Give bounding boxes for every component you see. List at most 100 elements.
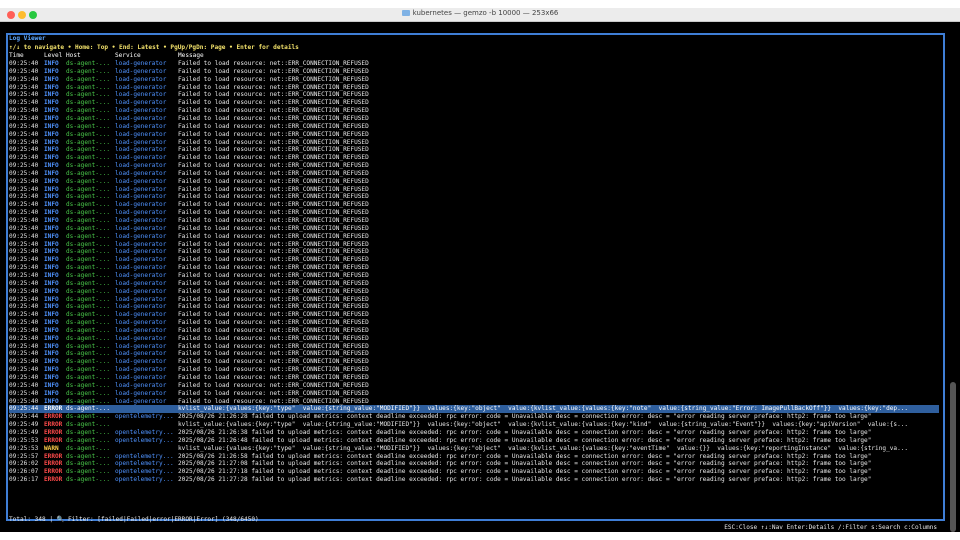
log-time: 09:25:40 <box>9 122 39 130</box>
log-row[interactable]: 09:25:40 INFO ds-agent-... load-generator Fa… <box>9 91 939 99</box>
log-row[interactable]: 09:26:07 ERROR ds-agent-... opentelemetry..… <box>9 468 939 476</box>
log-row[interactable]: 09:25:44 ERROR ds-agent-... kvlist_value:{v… <box>9 405 939 414</box>
log-row[interactable]: 09:25:40 INFO ds-agent-... load-generator Fa… <box>9 358 939 366</box>
log-row[interactable]: 09:25:40 INFO ds-agent-... load-generator Fa… <box>9 225 939 233</box>
log-message: kvlist_value:{values:{key:"type" value:{… <box>178 405 909 413</box>
column-header-time[interactable]: Time <box>9 52 43 60</box>
log-row[interactable]: 09:25:40 INFO ds-agent-... load-generator Fa… <box>9 264 939 272</box>
log-message: 2025/08/26 21:26:48 failed to upload met… <box>178 436 872 444</box>
log-message: Failed to load resource: net::ERR_CONNEC… <box>178 295 369 303</box>
log-row[interactable]: 09:25:40 INFO ds-agent-... load-generator Fa… <box>9 68 939 76</box>
log-row[interactable]: 09:25:40 INFO ds-agent-... load-generator Fa… <box>9 327 939 335</box>
log-row[interactable]: 09:25:40 INFO ds-agent-... load-generator Fa… <box>9 272 939 280</box>
log-level: INFO <box>44 114 59 122</box>
log-message: Failed to load resource: net::ERR_CONNEC… <box>178 279 369 287</box>
log-host: ds-agent-... <box>66 107 111 115</box>
log-row[interactable]: 09:25:40 INFO ds-agent-... load-generator Fa… <box>9 139 939 147</box>
log-time: 09:25:40 <box>9 366 39 374</box>
log-row[interactable]: 09:25:40 INFO ds-agent-... load-generator Fa… <box>9 343 939 351</box>
log-row[interactable]: 09:25:40 INFO ds-agent-... load-generator Fa… <box>9 319 939 327</box>
log-row[interactable]: 09:25:40 INFO ds-agent-... load-generator Fa… <box>9 209 939 217</box>
log-service: load-generator <box>115 366 167 374</box>
log-host: ds-agent-... <box>66 224 111 232</box>
log-time: 09:25:40 <box>9 67 39 75</box>
log-row[interactable]: 09:25:40 INFO ds-agent-... load-generator Fa… <box>9 170 939 178</box>
log-row[interactable]: 09:25:40 INFO ds-agent-... load-generator Fa… <box>9 131 939 139</box>
log-row[interactable]: 09:25:40 INFO ds-agent-... load-generator Fa… <box>9 217 939 225</box>
log-service: load-generator <box>115 342 167 350</box>
log-time: 09:25:40 <box>9 374 39 381</box>
log-row[interactable]: 09:25:40 INFO ds-agent-... load-generator Fa… <box>9 76 939 84</box>
log-row[interactable]: 09:25:49 ERROR ds-agent-... kvlist_value:{v… <box>9 421 939 429</box>
log-level: ERROR <box>44 413 63 421</box>
log-row[interactable]: 09:25:40 INFO ds-agent-... load-generator Fa… <box>9 382 939 390</box>
log-row[interactable]: 09:25:40 INFO ds-agent-... load-generator Fa… <box>9 162 939 170</box>
terminal[interactable]: Log Viewer ↑/↓ to navigate • Home: Top •… <box>0 22 960 532</box>
log-row[interactable]: 09:25:40 INFO ds-agent-... load-generator Fa… <box>9 366 939 374</box>
log-row[interactable]: 09:25:40 INFO ds-agent-... load-generator Fa… <box>9 303 939 311</box>
log-row[interactable]: 09:25:40 INFO ds-agent-... load-generator Fa… <box>9 178 939 186</box>
log-time: 09:26:17 <box>9 476 39 483</box>
log-row[interactable]: 09:25:40 INFO ds-agent-... load-generator Fa… <box>9 186 939 194</box>
log-host: ds-agent-... <box>66 452 111 460</box>
log-row[interactable]: 09:25:40 INFO ds-agent-... load-generator Fa… <box>9 99 939 107</box>
log-row[interactable]: 09:25:40 INFO ds-agent-... load-generator Fa… <box>9 248 939 256</box>
log-level: INFO <box>44 169 59 177</box>
log-row[interactable]: 09:25:53 WARN ds-agent-... kvlist_value:{va… <box>9 445 939 453</box>
log-row[interactable]: 09:25:40 INFO ds-agent-... load-generator Fa… <box>9 390 939 398</box>
log-host: ds-agent-... <box>66 303 111 311</box>
log-row[interactable]: 09:25:40 INFO ds-agent-... load-generator Fa… <box>9 193 939 201</box>
log-row[interactable]: 09:26:17 ERROR ds-agent-... opentelemetry..… <box>9 476 939 484</box>
log-row[interactable]: 09:25:40 INFO ds-agent-... load-generator Fa… <box>9 296 939 304</box>
column-header-service[interactable]: Service <box>115 52 178 60</box>
log-time: 09:25:40 <box>9 193 39 201</box>
log-row[interactable]: 09:25:53 ERROR ds-agent-... opentelemetry..… <box>9 437 939 445</box>
column-header-message[interactable]: Message <box>178 52 938 60</box>
log-message: Failed to load resource: net::ERR_CONNEC… <box>178 319 369 327</box>
log-host: ds-agent-... <box>66 358 111 366</box>
log-row[interactable]: 09:25:40 INFO ds-agent-... load-generator Fa… <box>9 146 939 154</box>
log-row[interactable]: 09:25:40 INFO ds-agent-... load-generator Fa… <box>9 311 939 319</box>
log-service: load-generator <box>115 256 167 264</box>
log-row[interactable]: 09:25:40 INFO ds-agent-... load-generator Fa… <box>9 84 939 92</box>
log-level: INFO <box>44 107 59 115</box>
log-row[interactable]: 09:25:40 INFO ds-agent-... load-generator Fa… <box>9 350 939 358</box>
scrollbar-thumb[interactable] <box>950 382 956 532</box>
log-row[interactable]: 09:26:02 ERROR ds-agent-... opentelemetry..… <box>9 460 939 468</box>
column-header-host[interactable]: Host <box>66 52 115 60</box>
log-time: 09:25:40 <box>9 209 39 217</box>
log-row[interactable]: 09:25:40 INFO ds-agent-... load-generator Fa… <box>9 335 939 343</box>
log-message: Failed to load resource: net::ERR_CONNEC… <box>178 271 369 279</box>
log-row[interactable]: 09:25:40 INFO ds-agent-... load-generator Fa… <box>9 123 939 131</box>
log-row[interactable]: 09:25:57 ERROR ds-agent-... opentelemetry..… <box>9 453 939 461</box>
log-level: INFO <box>44 326 59 334</box>
column-header-level[interactable]: Level <box>44 52 66 60</box>
log-level: INFO <box>44 279 59 287</box>
log-level: ERROR <box>44 405 63 413</box>
log-service: load-generator <box>115 334 167 342</box>
log-row[interactable]: 09:25:40 INFO ds-agent-... load-generator Fa… <box>9 398 939 406</box>
log-row[interactable]: 09:25:40 INFO ds-agent-... load-generator Fa… <box>9 201 939 209</box>
log-time: 09:25:53 <box>9 436 39 444</box>
log-level: INFO <box>44 311 59 319</box>
log-service: load-generator <box>115 287 167 295</box>
log-row[interactable]: 09:25:40 INFO ds-agent-... load-generator Fa… <box>9 374 939 382</box>
log-level: INFO <box>44 193 59 201</box>
log-row[interactable]: 09:25:40 INFO ds-agent-... load-generator Fa… <box>9 280 939 288</box>
log-row[interactable]: 09:25:40 INFO ds-agent-... load-generator Fa… <box>9 107 939 115</box>
log-row[interactable]: 09:25:40 INFO ds-agent-... load-generator Fa… <box>9 256 939 264</box>
log-row[interactable]: 09:25:40 INFO ds-agent-... load-generator Fa… <box>9 60 939 68</box>
log-row[interactable]: 09:25:40 INFO ds-agent-... load-generator Fa… <box>9 233 939 241</box>
log-row[interactable]: 09:25:40 INFO ds-agent-... load-generator Fa… <box>9 115 939 123</box>
log-row[interactable]: 09:25:44 ERROR ds-agent-... opentelemetry..… <box>9 413 939 421</box>
log-host: ds-agent-... <box>66 201 111 209</box>
log-row[interactable]: 09:25:40 INFO ds-agent-... load-generator Fa… <box>9 288 939 296</box>
log-host: ds-agent-... <box>66 193 111 201</box>
log-row[interactable]: 09:25:40 INFO ds-agent-... load-generator Fa… <box>9 154 939 162</box>
log-message: 2025/08/26 21:27:28 failed to upload met… <box>178 476 872 483</box>
log-row[interactable]: 09:25:40 INFO ds-agent-... load-generator Fa… <box>9 241 939 249</box>
log-time: 09:25:40 <box>9 201 39 209</box>
log-service: opentelemetry... <box>115 436 174 444</box>
log-level: INFO <box>44 122 59 130</box>
log-row[interactable]: 09:25:49 ERROR ds-agent-... opentelemetry..… <box>9 429 939 437</box>
